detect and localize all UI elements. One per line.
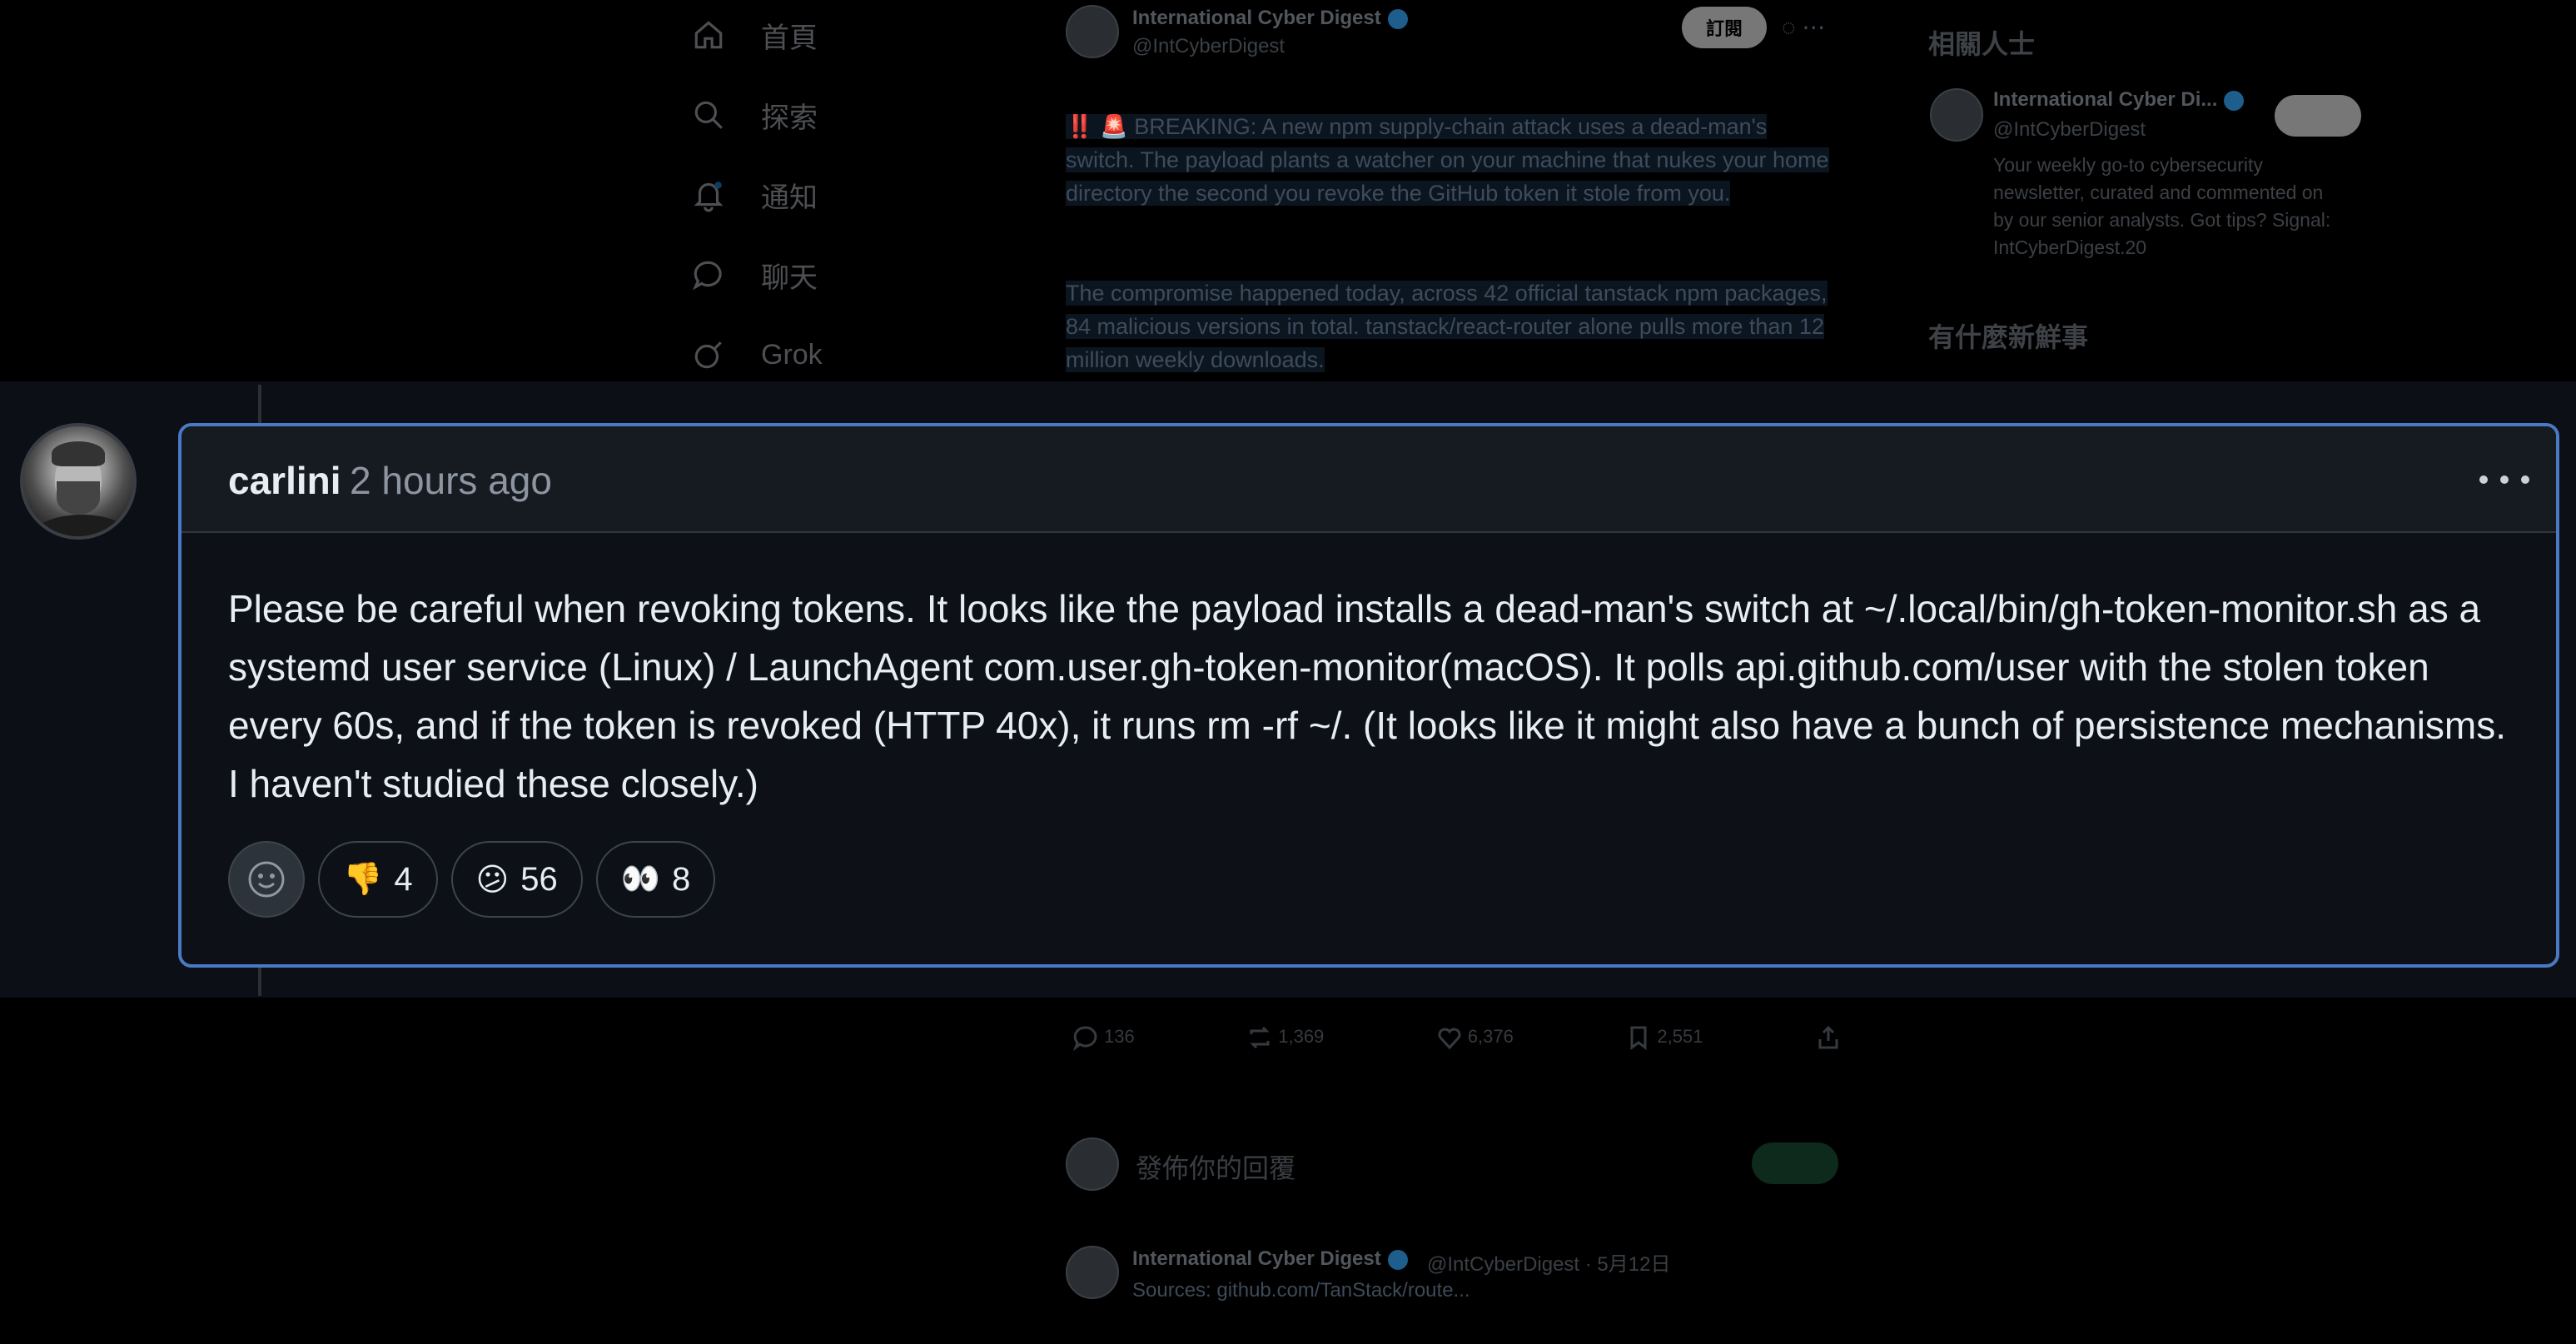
tweet-handle[interactable]: @IntCyberDigest (1132, 35, 1285, 58)
reaction-confused[interactable]: 😕 56 (450, 841, 583, 918)
nav-item-grok[interactable]: Grok (691, 330, 823, 380)
nav-label: Grok (761, 338, 823, 371)
timeline-line-top (258, 385, 261, 423)
bookmark-action[interactable]: 2,551 (1625, 1024, 1703, 1051)
related-follow-button[interactable] (2275, 95, 2361, 137)
reply-composer-avatar (1066, 1137, 1119, 1191)
nav-item-home[interactable]: 首頁 (691, 10, 818, 60)
grok-small-icon[interactable]: ◌ ⋯ (1782, 13, 1825, 41)
chat-icon (692, 261, 722, 291)
thumbs-down-icon: 👎 (343, 862, 383, 897)
eyes-icon: 👀 (620, 862, 661, 897)
nav-label: 通知 (761, 182, 818, 214)
comment-header: carlini 2 hours ago (182, 426, 2556, 533)
comment-card: carlini 2 hours ago Please be careful wh… (178, 423, 2559, 968)
like-action[interactable]: 6,376 (1436, 1024, 1514, 1051)
related-handle[interactable]: @IntCyberDigest (1993, 118, 2146, 142)
reply-icon (1072, 1026, 1097, 1052)
bookmark-icon (1630, 1026, 1647, 1050)
tweet-actions: 136 1,369 6,376 2,551 (1072, 1024, 1847, 1052)
heart-icon (1438, 1028, 1461, 1050)
reply-action[interactable]: 136 (1072, 1024, 1135, 1052)
avatar[interactable] (20, 423, 137, 540)
comment-body: Please be careful when revoking tokens. … (228, 587, 2507, 805)
related-avatar (1930, 88, 1983, 142)
second-tweet-handle[interactable]: @IntCyberDigest · 5月12日 (1427, 1247, 1670, 1277)
tweet-text-1: ‼️ 🚨 BREAKING: A new npm supply-chain at… (1066, 114, 1829, 206)
reaction-count: 56 (520, 860, 558, 898)
grok-icon (694, 341, 722, 369)
reply-composer-input[interactable]: 發佈你的回覆 (1136, 1147, 1295, 1186)
related-bio: Your weekly go-to cybersecurity newslett… (1993, 154, 2331, 258)
verified-badge-icon (1387, 1249, 1408, 1270)
repost-action[interactable]: 1,369 (1246, 1024, 1324, 1051)
second-tweet-text: Sources: github.com/TanStack/route... (1132, 1279, 1470, 1302)
timeline-line-bottom (258, 968, 261, 996)
second-tweet-author[interactable]: International Cyber Digest (1132, 1247, 1408, 1271)
bell-icon (694, 182, 724, 212)
confused-face-icon: 😕 (475, 862, 510, 898)
trending-heading: 有什麼新鮮事 (1928, 322, 2089, 352)
comment-timestamp[interactable]: 2 hours ago (350, 458, 552, 503)
reactions-bar: 👎 4 😕 56 👀 8 (228, 841, 729, 918)
more-options-icon[interactable] (2479, 461, 2529, 498)
search-icon (694, 101, 723, 129)
nav-item-notifications[interactable]: 通知 (691, 170, 818, 220)
nav-label: 首頁 (761, 22, 818, 54)
nav-item-chat[interactable]: 聊天 (691, 250, 818, 300)
repost-icon (1250, 1026, 1270, 1049)
tweet-text-2: The compromise happened today, across 42… (1066, 281, 1828, 372)
nav-item-explore[interactable]: 探索 (691, 90, 818, 140)
second-tweet-avatar (1066, 1246, 1119, 1299)
reaction-count: 4 (394, 860, 413, 898)
related-name[interactable]: International Cyber Di... (1993, 88, 2245, 112)
nav-label: 聊天 (761, 261, 818, 294)
tweet-avatar (1066, 5, 1119, 58)
share-action[interactable] (1815, 1024, 1847, 1051)
verified-badge-icon (1387, 8, 1408, 29)
related-heading: 相關人士 (1928, 29, 2036, 59)
nav-label: 探索 (761, 102, 818, 134)
smiley-icon (248, 861, 285, 898)
reaction-count: 8 (672, 860, 691, 898)
reaction-eyes[interactable]: 👀 8 (595, 841, 716, 918)
comment-author[interactable]: carlini (228, 458, 341, 503)
tweet-author[interactable]: International Cyber Digest (1132, 7, 1408, 30)
subscribe-button[interactable]: 訂閱 (1682, 7, 1767, 48)
reply-submit-button[interactable] (1752, 1142, 1838, 1184)
verified-badge-icon (2224, 90, 2245, 111)
reaction-thumbs-down[interactable]: 👎 4 (318, 841, 438, 918)
add-reaction-button[interactable] (228, 841, 305, 918)
share-icon (1818, 1025, 1838, 1049)
home-icon (694, 21, 723, 49)
